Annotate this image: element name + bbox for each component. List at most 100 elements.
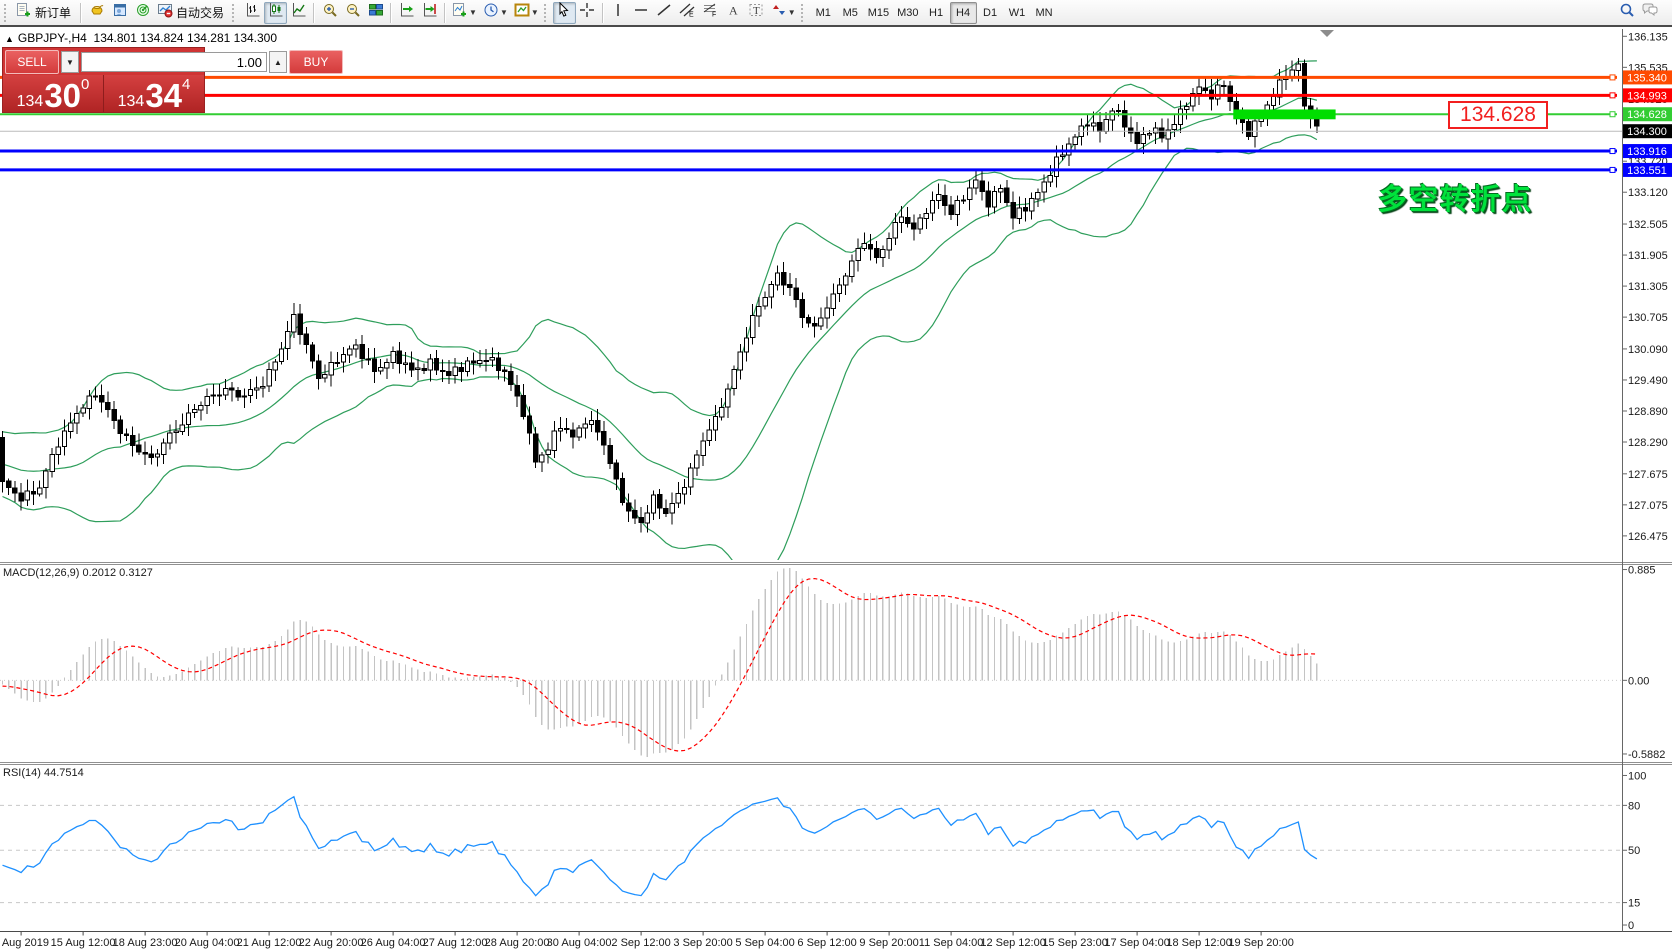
- bar-chart-button[interactable]: [241, 2, 264, 24]
- volume-increase-button[interactable]: ▲: [269, 51, 287, 73]
- svg-text:127.075: 127.075: [1628, 500, 1668, 512]
- chart-window: 136.135135.535134.920134.300133.720133.1…: [0, 29, 1672, 949]
- crosshair-button[interactable]: [576, 2, 599, 24]
- symbol-ohlc: 134.801 134.824 134.281 134.300: [94, 31, 278, 45]
- zoom-in-icon: [322, 2, 338, 23]
- autotrading-label: 自动交易: [173, 4, 227, 21]
- chart-shift-button[interactable]: [418, 2, 441, 24]
- buy-price[interactable]: 134344: [104, 75, 204, 112]
- periods-button[interactable]: ▼: [480, 2, 511, 24]
- blue-window-button[interactable]: [108, 2, 131, 24]
- radar-button[interactable]: [131, 2, 154, 24]
- chat-button[interactable]: [1638, 2, 1662, 24]
- price-level-badge-text: 135.340: [1627, 72, 1667, 84]
- timeframe-W1[interactable]: W1: [1004, 2, 1031, 24]
- svg-text:15 Sep 23:00: 15 Sep 23:00: [1042, 937, 1107, 949]
- timeframe-M15[interactable]: M15: [864, 2, 893, 24]
- gold-lamp-button[interactable]: [85, 2, 108, 24]
- svg-text:27 Aug 12:00: 27 Aug 12:00: [423, 937, 488, 949]
- svg-text:3 Sep 20:00: 3 Sep 20:00: [673, 937, 732, 949]
- bar-chart-icon: [245, 2, 261, 23]
- svg-text:130.090: 130.090: [1628, 344, 1668, 356]
- svg-text:100: 100: [1628, 770, 1646, 782]
- trendline-button[interactable]: [653, 2, 676, 24]
- tile-windows-button[interactable]: [364, 2, 387, 24]
- line-chart-button[interactable]: [287, 2, 310, 24]
- equidistant-channel-button[interactable]: E: [676, 2, 699, 24]
- arrows-icon: [771, 2, 787, 23]
- support-zone-rectangle[interactable]: [1233, 109, 1335, 119]
- timeframe-M5[interactable]: M5: [837, 2, 864, 24]
- svg-text:126.475: 126.475: [1628, 531, 1668, 543]
- equidistant-channel-icon: E: [679, 2, 695, 23]
- dropdown-caret-icon: ▼: [788, 8, 796, 17]
- price-level-badge-text: 133.551: [1627, 165, 1667, 177]
- new-order-button[interactable]: 新订单: [13, 2, 77, 24]
- timeframe-D1[interactable]: D1: [977, 2, 1004, 24]
- svg-text:11 Sep 04:00: 11 Sep 04:00: [919, 937, 984, 949]
- sell-price[interactable]: 134300: [3, 75, 104, 112]
- volume-decrease-button[interactable]: ▼: [61, 51, 79, 73]
- text-label-button[interactable]: T: [745, 2, 768, 24]
- text-button[interactable]: A: [722, 2, 745, 24]
- chart-shift-marker-icon[interactable]: [1320, 30, 1334, 37]
- sell-price-big: 30: [44, 82, 81, 110]
- price-levels-layer[interactable]: [0, 75, 1622, 173]
- level-endpoint-marker[interactable]: [1610, 112, 1615, 117]
- timeframe-M30[interactable]: M30: [893, 2, 922, 24]
- buy-price-big: 34: [145, 82, 182, 110]
- auto-scroll-icon: [399, 2, 415, 23]
- volume-input[interactable]: [81, 52, 267, 72]
- svg-text:18 Sep 12:00: 18 Sep 12:00: [1166, 937, 1231, 949]
- collapse-panel-icon[interactable]: ▲: [5, 34, 14, 44]
- turning-point-note[interactable]: 多空转折点: [1378, 176, 1533, 218]
- level-endpoint-marker[interactable]: [1610, 75, 1615, 80]
- symbol-info: ▲ GBPJPY-,H4 134.801 134.824 134.281 134.…: [5, 31, 277, 45]
- rsi-indicator-label: RSI(14) 44.7514: [3, 767, 84, 779]
- new-order-label: 新订单: [32, 4, 74, 21]
- vertical-line-icon: [610, 2, 626, 23]
- cursor-button[interactable]: [553, 2, 576, 24]
- sell-button[interactable]: SELL: [5, 50, 59, 74]
- templates-button[interactable]: ▼: [511, 2, 542, 24]
- search-button[interactable]: [1615, 2, 1638, 24]
- toolbar-separator: [602, 3, 604, 23]
- timeframe-MN[interactable]: MN: [1031, 2, 1058, 24]
- crosshair-icon: [579, 2, 595, 23]
- time-axis[interactable]: 4 Aug 201915 Aug 12:0018 Aug 23:0020 Aug…: [0, 932, 1294, 949]
- symbol-name: GBPJPY-,H4: [18, 31, 87, 45]
- horizontal-line-icon: [633, 2, 649, 23]
- radar-icon: [135, 2, 151, 23]
- timeframe-H4[interactable]: H4: [950, 2, 977, 24]
- price-level-badge-text: 134.628: [1627, 109, 1667, 121]
- price-level-box-annotation[interactable]: 134.628: [1448, 101, 1548, 129]
- svg-text:26 Aug 04:00: 26 Aug 04:00: [361, 937, 426, 949]
- autotrading-button[interactable]: 自动交易: [154, 2, 230, 24]
- vertical-line-button[interactable]: [607, 2, 630, 24]
- level-endpoint-marker[interactable]: [1610, 149, 1615, 154]
- arrows-button[interactable]: ▼: [768, 2, 799, 24]
- main-pane: [0, 58, 1319, 576]
- macd-indicator-label: MACD(12,26,9) 0.2012 0.3127: [3, 567, 153, 579]
- timeframe-M1[interactable]: M1: [810, 2, 837, 24]
- buy-button[interactable]: BUY: [289, 50, 343, 74]
- level-endpoint-marker[interactable]: [1610, 167, 1615, 172]
- price-level-badge-text: 133.916: [1627, 146, 1667, 158]
- timeframe-H1[interactable]: H1: [923, 2, 950, 24]
- blue-window-icon: [112, 2, 128, 23]
- level-endpoint-marker[interactable]: [1610, 93, 1615, 98]
- toolbar-grip: [232, 4, 237, 22]
- svg-text:132.505: 132.505: [1628, 219, 1668, 231]
- fibonacci-button[interactable]: F: [699, 2, 722, 24]
- indicators-button[interactable]: ▼: [449, 2, 480, 24]
- candlestick-chart-button[interactable]: [264, 2, 287, 24]
- svg-text:5 Sep 04:00: 5 Sep 04:00: [735, 937, 794, 949]
- sell-price-prefix: 134: [17, 94, 44, 110]
- zoom-in-button[interactable]: [318, 2, 341, 24]
- auto-scroll-button[interactable]: [395, 2, 418, 24]
- horizontal-line-button[interactable]: [630, 2, 653, 24]
- svg-text:133.120: 133.120: [1628, 187, 1668, 199]
- zoom-out-button[interactable]: [341, 2, 364, 24]
- toolbar-grip: [544, 4, 549, 22]
- toolbar-separator: [313, 3, 315, 23]
